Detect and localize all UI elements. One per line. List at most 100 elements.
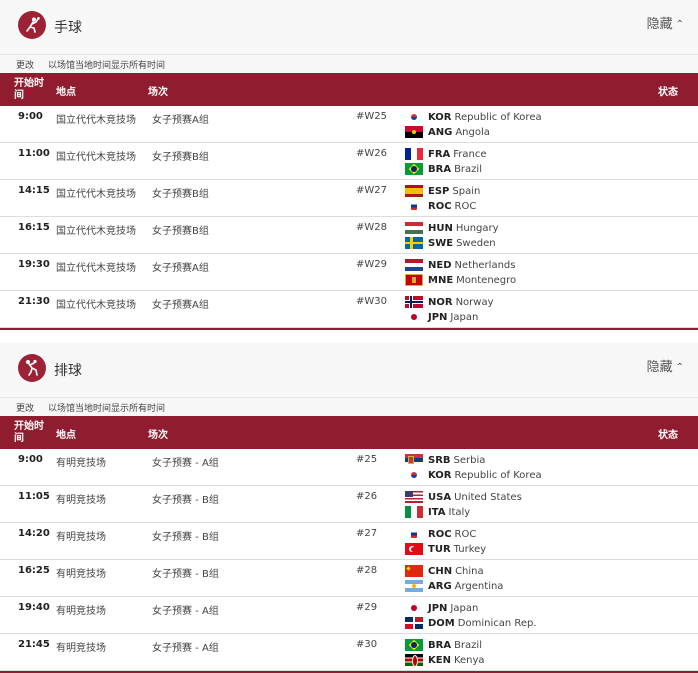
match-code: #25: [356, 454, 378, 465]
column-header-time: 开始时间: [14, 78, 44, 101]
team-code: TUR: [428, 543, 451, 555]
team[interactable]: BRA Brazil: [405, 162, 482, 176]
team[interactable]: CHN China: [405, 564, 484, 578]
team-code: BRA: [428, 639, 452, 651]
match-code: #28: [356, 565, 378, 576]
table-row[interactable]: 21:30 国立代代木竞技场 女子预赛A组 #W30 NOR Norway JPN Japan: [0, 291, 698, 328]
flag-icon: [405, 469, 423, 481]
start-time: 11:05: [18, 491, 50, 502]
team[interactable]: FRA France: [405, 147, 487, 161]
table-row[interactable]: 16:15 国立代代木竞技场 女子预赛B组 #W28 HUN Hungary SWE Swed…: [0, 217, 698, 254]
team-code: NED: [428, 259, 452, 271]
team-code: MNE: [428, 274, 454, 286]
team-code: ROC: [428, 528, 452, 540]
table-row[interactable]: 19:30 国立代代木竞技场 女子预赛A组 #W29 NED Netherlands MNE…: [0, 254, 698, 291]
match-code: #W30: [356, 296, 387, 307]
team[interactable]: BRA Brazil: [405, 638, 482, 652]
team-name: Republic of Korea: [454, 111, 542, 123]
team-name: Serbia: [453, 454, 486, 466]
team-name: Kenya: [453, 654, 485, 666]
team-code: DOM: [428, 617, 455, 629]
flag-icon: [405, 580, 423, 592]
team-name: China: [455, 565, 484, 577]
team[interactable]: ROC ROC: [405, 199, 476, 213]
event: 女子预赛 - B组: [152, 495, 219, 506]
team[interactable]: KOR Republic of Korea: [405, 468, 542, 482]
event: 女子预赛B组: [152, 226, 209, 237]
team[interactable]: NED Netherlands: [405, 258, 515, 272]
column-header-venue: 地点: [56, 430, 76, 441]
start-time: 9:00: [18, 111, 43, 122]
venue: 有明竞技场: [56, 569, 106, 580]
team[interactable]: ESP Spain: [405, 184, 480, 198]
table-row[interactable]: 16:25 有明竞技场 女子预赛 - B组 #28 CHN China ARG Argenti…: [0, 560, 698, 597]
venue: 国立代代木竞技场: [56, 189, 136, 200]
team[interactable]: HUN Hungary: [405, 221, 499, 235]
table-row[interactable]: 11:00 国立代代木竞技场 女子预赛B组 #W26 FRA France BRA Brazi…: [0, 143, 698, 180]
start-time: 19:40: [18, 602, 50, 613]
team[interactable]: ITA Italy: [405, 505, 470, 519]
column-header-event: 场次: [148, 430, 168, 441]
change-link[interactable]: 更改: [16, 401, 34, 414]
sport-section: 手球 隐藏 ⌃ 更改 以场馆当地时间显示所有时间 开始时间 地点 场次 状态 9:00 国立代代木竞…: [0, 0, 698, 330]
team-code: JPN: [428, 311, 448, 323]
team-name: Hungary: [455, 222, 499, 234]
venue: 有明竞技场: [56, 495, 106, 506]
table-row[interactable]: 21:45 有明竞技场 女子预赛 - A组 #30 BRA Brazil KEN Kenya: [0, 634, 698, 671]
team-name: Japan: [450, 311, 479, 323]
match-code: #W25: [356, 111, 387, 122]
flag-icon: [405, 454, 423, 466]
table-row[interactable]: 14:15 国立代代木竞技场 女子预赛B组 #W27 ESP Spain ROC ROC: [0, 180, 698, 217]
flag-icon: [405, 200, 423, 212]
table-row[interactable]: 14:20 有明竞技场 女子预赛 - B组 #27 ROC ROC TUR Turkey: [0, 523, 698, 560]
hide-button[interactable]: 隐藏 ⌃: [647, 13, 684, 32]
event: 女子预赛 - B组: [152, 569, 219, 580]
team[interactable]: ARG Argentina: [405, 579, 503, 593]
team[interactable]: KEN Kenya: [405, 653, 485, 667]
table-row[interactable]: 19:40 有明竞技场 女子预赛 - A组 #29 JPN Japan DOM Dominic…: [0, 597, 698, 634]
chevron-up-icon: ⌃: [675, 19, 684, 30]
team-name: Brazil: [454, 163, 482, 175]
table-row[interactable]: 11:05 有明竞技场 女子预赛 - B组 #26 USA United States IT…: [0, 486, 698, 523]
change-link[interactable]: 更改: [16, 58, 34, 71]
team[interactable]: USA United States: [405, 490, 522, 504]
team[interactable]: ANG Angola: [405, 125, 490, 139]
team[interactable]: MNE Montenegro: [405, 273, 516, 287]
team[interactable]: ROC ROC: [405, 527, 476, 541]
flag-icon: [405, 565, 423, 577]
team[interactable]: JPN Japan: [405, 601, 478, 615]
volleyball-icon: [18, 354, 46, 382]
team-code: ESP: [428, 185, 450, 197]
venue: 国立代代木竞技场: [56, 152, 136, 163]
team[interactable]: SWE Sweden: [405, 236, 496, 250]
event: 女子预赛B组: [152, 152, 209, 163]
chevron-up-icon: ⌃: [675, 362, 684, 373]
team-name: Turkey: [453, 543, 487, 555]
team[interactable]: DOM Dominican Rep.: [405, 616, 537, 630]
flag-icon: [405, 111, 423, 123]
team-name: Spain: [452, 185, 481, 197]
event: 女子预赛B组: [152, 189, 209, 200]
flag-icon: [405, 491, 423, 503]
venue: 国立代代木竞技场: [56, 300, 136, 311]
start-time: 16:15: [18, 222, 50, 233]
event: 女子预赛 - A组: [152, 643, 219, 654]
start-time: 14:20: [18, 528, 50, 539]
venue: 国立代代木竞技场: [56, 115, 136, 126]
column-header-status: 状态: [658, 430, 678, 441]
team[interactable]: TUR Turkey: [405, 542, 486, 556]
team-code: USA: [428, 491, 452, 503]
team-code: NOR: [428, 296, 453, 308]
section-header: 手球 隐藏 ⌃: [0, 0, 698, 54]
team[interactable]: KOR Republic of Korea: [405, 110, 542, 124]
column-header-event: 场次: [148, 87, 168, 98]
hide-button[interactable]: 隐藏 ⌃: [647, 356, 684, 375]
table-row[interactable]: 9:00 有明竞技场 女子预赛 - A组 #25 SRB Serbia KOR Republi…: [0, 449, 698, 486]
team-code: SRB: [428, 454, 451, 466]
table-row[interactable]: 9:00 国立代代木竞技场 女子预赛A组 #W25 KOR Republic of Kor…: [0, 106, 698, 143]
team[interactable]: NOR Norway: [405, 295, 494, 309]
start-time: 21:30: [18, 296, 50, 307]
team[interactable]: SRB Serbia: [405, 453, 485, 467]
event: 女子预赛A组: [152, 300, 209, 311]
team[interactable]: JPN Japan: [405, 310, 478, 324]
